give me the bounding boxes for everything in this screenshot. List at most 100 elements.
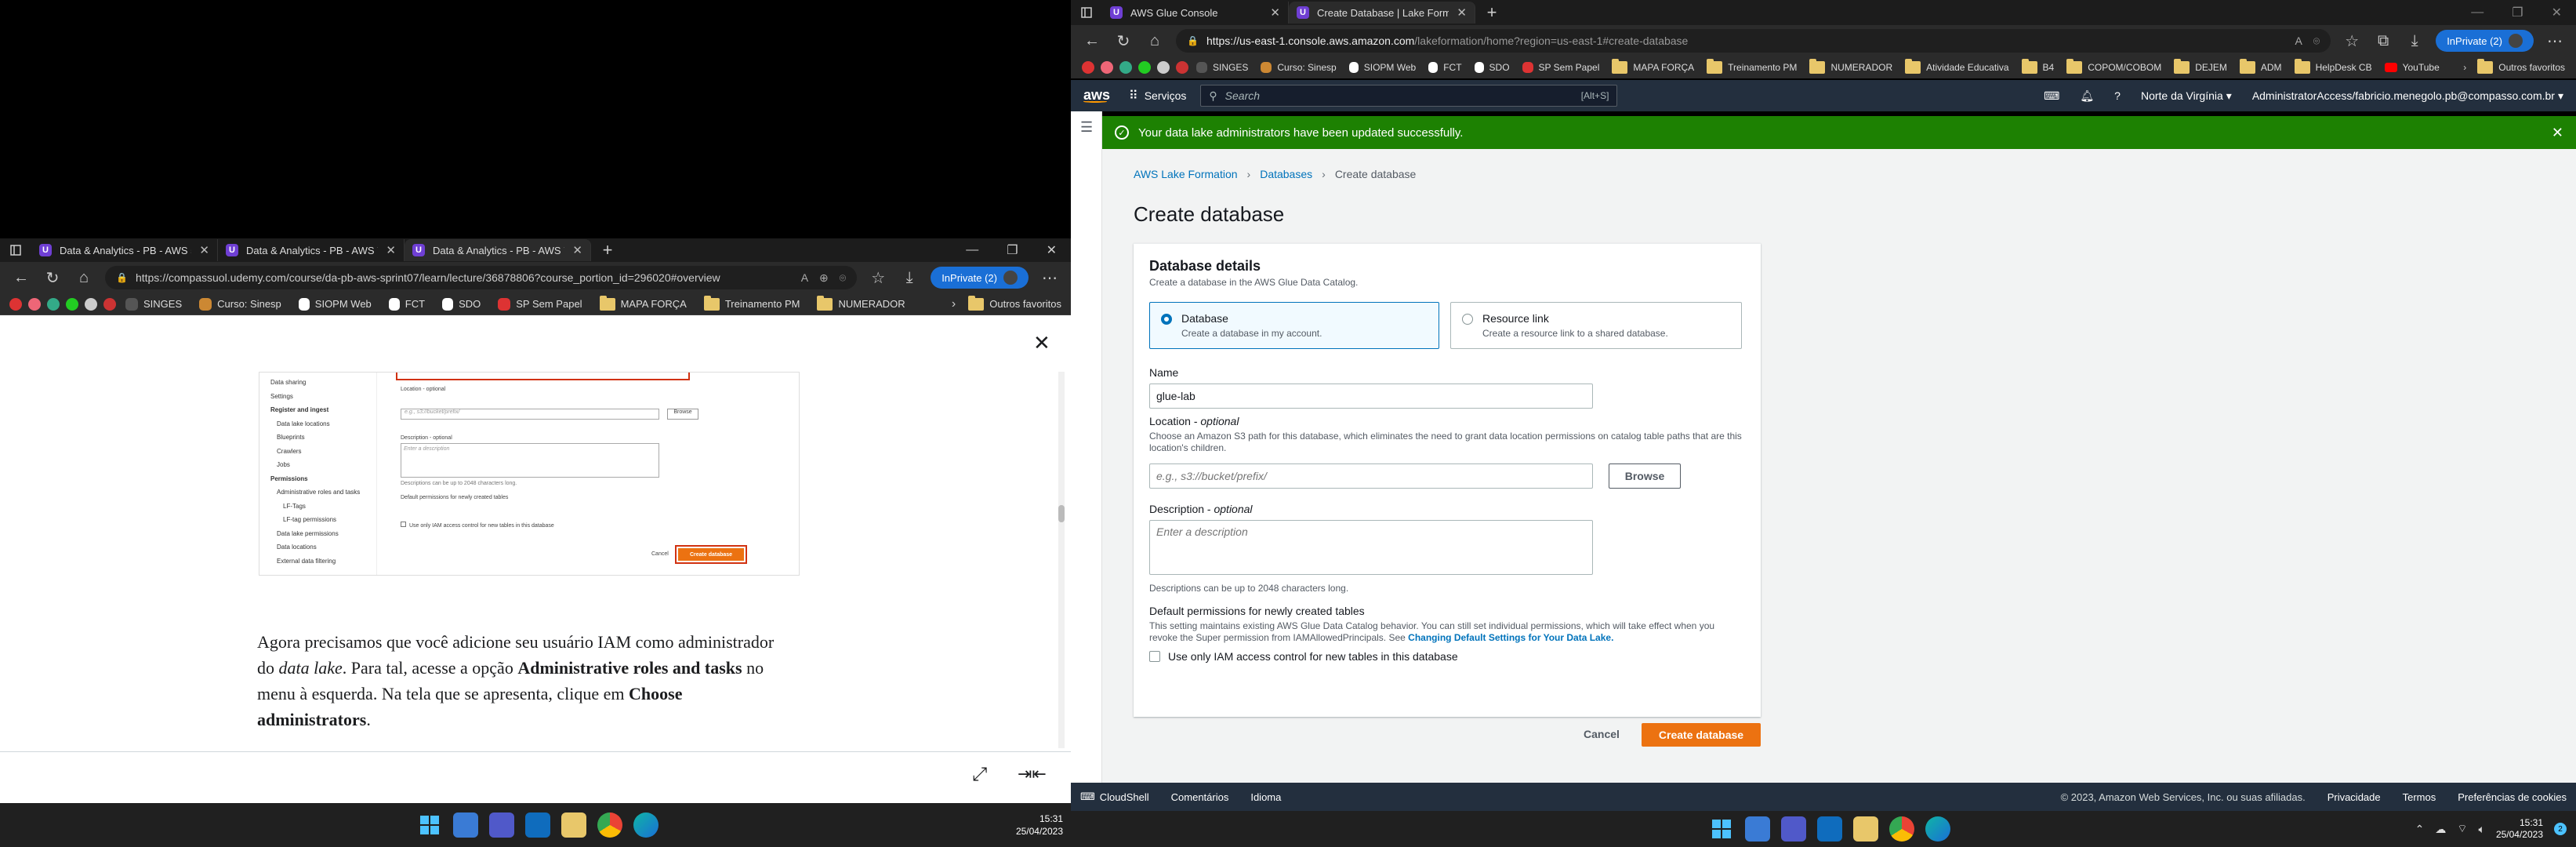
bookmark-singes[interactable]: SINGES (1196, 62, 1248, 73)
right-clock[interactable]: 15:31 25/04/2023 (2496, 817, 2543, 841)
bookmark-favicon[interactable] (1119, 61, 1132, 74)
tracking-icon[interactable]: ⌾ (840, 271, 846, 285)
bookmark-b4[interactable]: B4 (2021, 59, 2054, 74)
checkbox[interactable] (1149, 651, 1160, 662)
cloudshell-icon[interactable]: ⌨ (2044, 89, 2059, 103)
tab-actions-icon[interactable] (1071, 2, 1102, 23)
region-select[interactable]: Norte da Virgínia ▾ (2141, 89, 2232, 103)
bookmark-favicon[interactable] (85, 297, 97, 311)
perm-link[interactable]: Changing Default Settings for Your Data … (1408, 632, 1613, 643)
chrome-icon[interactable] (1889, 816, 1914, 842)
url-field[interactable]: 🔒 https://us-east-1.console.aws.amazon.c… (1176, 29, 2331, 53)
option-resource-link[interactable]: Resource link Create a resource link to … (1450, 302, 1742, 349)
bookmark-mapa[interactable]: MAPA FORÇA (1612, 59, 1694, 74)
bookmark-favicon[interactable] (1138, 61, 1151, 74)
bookmark-favicon[interactable] (1101, 61, 1113, 74)
bookmark-treinamento[interactable]: Treinamento PM (703, 295, 800, 311)
outlook-icon[interactable] (1817, 816, 1842, 842)
left-tab-2[interactable]: U Data & Analytics - PB - AWS 7/1: ✕ (218, 239, 405, 261)
widgets-icon[interactable] (453, 812, 478, 838)
tracking-icon[interactable]: ⌾ (2313, 35, 2320, 48)
iam-checkbox-row[interactable]: Use only IAM access control for new tabl… (1149, 650, 1458, 663)
new-tab-icon[interactable]: + (1482, 2, 1502, 23)
breadcrumb-databases[interactable]: Databases (1260, 168, 1312, 180)
close-window-icon[interactable]: ✕ (1047, 242, 1057, 258)
radio-unselected[interactable] (1462, 314, 1473, 325)
bookmark-copom[interactable]: COPOM/COBOM (2066, 59, 2161, 74)
favorites-icon[interactable]: ☆ (2342, 31, 2362, 51)
dismiss-icon[interactable]: ✕ (2552, 125, 2563, 141)
aws-logo[interactable]: aws (1083, 88, 1115, 103)
refresh-icon[interactable]: ↻ (42, 267, 63, 288)
browse-button[interactable]: Browse (1609, 463, 1681, 489)
close-icon[interactable]: ✕ (1033, 331, 1050, 355)
volume-icon[interactable]: 🔈︎ (2479, 823, 2485, 836)
url-field[interactable]: 🔒 https://compassuol.udemy.com/course/da… (105, 266, 858, 289)
bookmark-favicon[interactable] (1176, 61, 1188, 74)
bookmark-favicon[interactable] (47, 297, 60, 311)
back-icon[interactable]: ← (11, 267, 31, 288)
privacy-link[interactable]: Privacidade (2327, 791, 2381, 803)
option-database[interactable]: Database Create a database in my account… (1149, 302, 1439, 349)
widgets-icon[interactable] (1745, 816, 1770, 842)
collapse-icon[interactable]: ⇥⇤ (1018, 764, 1047, 784)
comments-link[interactable]: Comentários (1171, 791, 1229, 803)
file-explorer-icon[interactable] (561, 812, 586, 838)
close-tab-icon[interactable]: ✕ (1457, 5, 1467, 20)
restore-icon[interactable]: ❐ (1007, 242, 1018, 258)
services-menu[interactable]: ⠿ Serviços (1129, 88, 1186, 104)
bookmark-treinamento[interactable]: Treinamento PM (1707, 59, 1797, 74)
inprivate-badge[interactable]: InPrivate (2) (2436, 30, 2534, 52)
bookmark-singes[interactable]: SINGES (125, 297, 182, 311)
downloads-icon[interactable]: ⤓ (2404, 31, 2425, 51)
bookmark-favicon[interactable] (9, 297, 22, 311)
left-tab-1[interactable]: U Data & Analytics - PB - AWS 5/1: ✕ (31, 239, 218, 261)
home-icon[interactable]: ⌂ (1145, 31, 1165, 51)
edge-icon[interactable] (633, 812, 659, 838)
bookmark-others[interactable]: Outros favoritos (968, 295, 1061, 311)
scrollbar[interactable] (1058, 372, 1065, 748)
bookmark-adm[interactable]: ADM (2239, 59, 2282, 74)
radio-selected[interactable] (1161, 314, 1172, 325)
bookmark-siopm[interactable]: SIOPM Web (1348, 62, 1416, 73)
bookmark-sp[interactable]: SP Sem Papel (498, 297, 582, 311)
bookmark-youtube[interactable]: YouTube (2384, 62, 2440, 73)
bookmark-curso[interactable]: Curso: Sinesp (199, 297, 281, 311)
cloud-icon[interactable]: ☁ (2435, 823, 2446, 836)
right-tab-glue[interactable]: U AWS Glue Console ✕ (1102, 2, 1289, 24)
more-menu-icon[interactable]: ⋯ (1039, 267, 1060, 288)
tab-actions-icon[interactable] (0, 240, 31, 260)
scrollbar-thumb[interactable] (1058, 505, 1065, 522)
bookmark-favicon[interactable] (1157, 61, 1170, 74)
bookmark-sp[interactable]: SP Sem Papel (1522, 62, 1599, 73)
more-menu-icon[interactable]: ⋯ (2545, 31, 2565, 51)
new-tab-icon[interactable]: + (597, 240, 618, 260)
close-tab-icon[interactable]: ✕ (572, 243, 582, 257)
back-icon[interactable]: ← (1082, 31, 1102, 51)
close-tab-icon[interactable]: ✕ (386, 243, 396, 257)
bell-icon[interactable]: 🔔︎ (2080, 89, 2094, 103)
terms-link[interactable]: Termos (2403, 791, 2436, 803)
cancel-button[interactable]: Cancel (1584, 728, 1620, 740)
edge-icon[interactable] (1925, 816, 1950, 842)
bookmark-favicon[interactable] (103, 297, 116, 311)
account-menu[interactable]: AdministratorAccess/fabricio.menegolo.pb… (2252, 89, 2563, 103)
notification-badge[interactable]: 2 (2554, 823, 2567, 835)
read-aloud-icon[interactable]: A (801, 271, 808, 285)
bookmark-favicon[interactable] (1082, 61, 1094, 74)
breadcrumb-lakeformation[interactable]: AWS Lake Formation (1134, 168, 1238, 180)
bookmark-fct[interactable]: FCT (388, 297, 425, 311)
inprivate-badge[interactable]: InPrivate (2) (931, 267, 1029, 289)
chevron-up-icon[interactable]: ⌃ (2415, 823, 2425, 836)
bookmark-atividade[interactable]: Atividade Educativa (1905, 59, 2009, 74)
windows-start-icon[interactable] (417, 812, 442, 838)
chrome-icon[interactable] (597, 812, 622, 838)
restore-icon[interactable]: ❐ (2512, 5, 2523, 20)
read-aloud-icon[interactable]: A (2295, 35, 2302, 48)
bookmark-helpdesk[interactable]: HelpDesk CB (2294, 59, 2372, 74)
right-tab-lakeformation[interactable]: U Create Database | Lake Formatio ✕ (1289, 2, 1475, 24)
downloads-icon[interactable]: ⤓ (899, 267, 920, 288)
chevron-right-icon[interactable]: › (952, 297, 956, 311)
minimize-icon[interactable]: — (966, 243, 978, 257)
bookmark-others[interactable]: Outros favoritos (2477, 59, 2565, 74)
